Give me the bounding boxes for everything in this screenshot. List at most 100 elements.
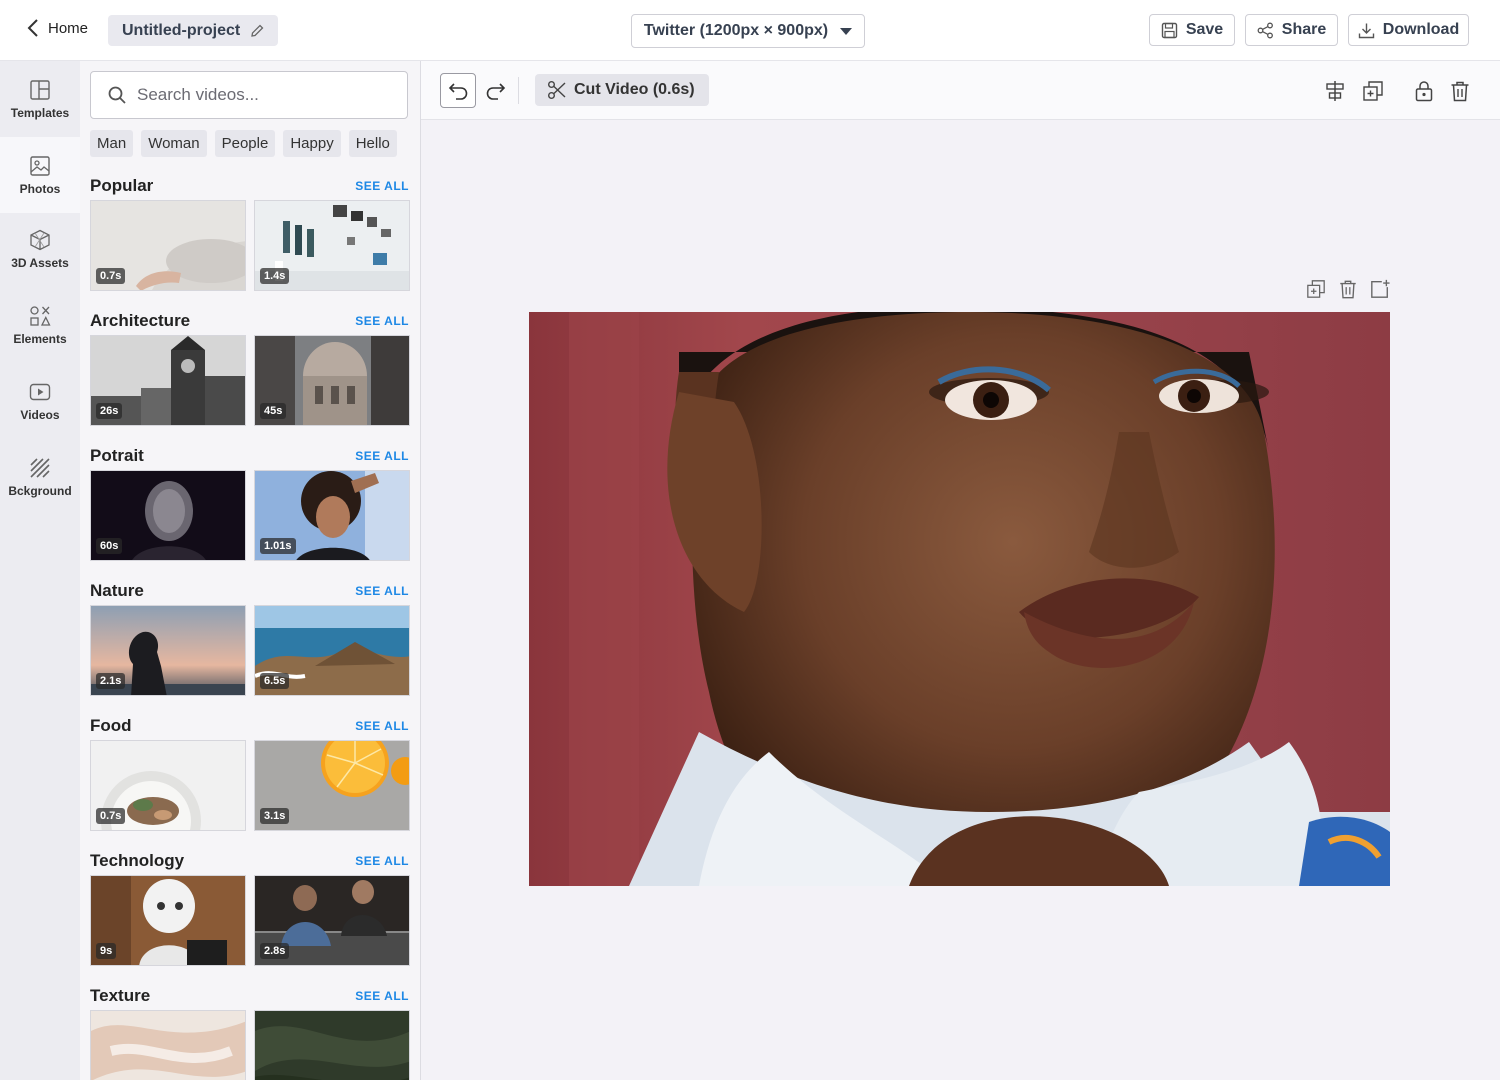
canvas-size-select[interactable]: Twitter (1200px × 900px) bbox=[631, 14, 865, 48]
element-delete-button[interactable] bbox=[1337, 278, 1359, 300]
share-icon bbox=[1257, 22, 1273, 38]
cut-video-button[interactable]: Cut Video (0.6s) bbox=[535, 74, 709, 106]
delete-button[interactable] bbox=[1446, 78, 1474, 104]
video-thumbnail[interactable]: 0.7s bbox=[90, 740, 246, 831]
tag-chip[interactable]: People bbox=[214, 130, 276, 157]
rail-item-photos[interactable]: Photos bbox=[0, 137, 80, 213]
share-label: Share bbox=[1281, 21, 1327, 38]
cube-icon bbox=[30, 229, 50, 251]
editor-workspace: Cut Video (0.6s) bbox=[420, 61, 1500, 1080]
tag-chip[interactable]: Man bbox=[90, 130, 134, 157]
video-icon bbox=[29, 383, 51, 401]
thumbnail-image bbox=[91, 1011, 245, 1080]
lock-icon bbox=[1415, 81, 1433, 102]
element-add-page-button[interactable] bbox=[1369, 278, 1391, 300]
redo-button[interactable] bbox=[478, 73, 514, 108]
undo-icon bbox=[448, 82, 468, 100]
duration-badge: 1.01s bbox=[260, 538, 296, 554]
align-button[interactable] bbox=[1321, 78, 1349, 104]
section-title: Food bbox=[90, 716, 132, 735]
video-thumbnail[interactable] bbox=[90, 1010, 246, 1080]
top-bar: Home Untitled-project Twitter (1200px × … bbox=[0, 0, 1500, 61]
duration-badge: 45s bbox=[260, 403, 287, 419]
tag-chip[interactable]: Woman bbox=[141, 130, 207, 157]
rail-item-templates[interactable]: Templates bbox=[0, 61, 80, 137]
rail-item-elements[interactable]: Elements bbox=[0, 291, 80, 367]
video-thumbnail[interactable]: 45s bbox=[254, 335, 410, 426]
duration-badge: 1.4s bbox=[260, 268, 290, 284]
search-input[interactable] bbox=[137, 85, 387, 105]
see-all-link[interactable]: SEE ALL bbox=[355, 584, 409, 598]
toolbar-divider bbox=[518, 77, 519, 104]
trash-icon bbox=[1340, 280, 1356, 299]
element-duplicate-button[interactable] bbox=[1305, 278, 1327, 300]
redo-icon bbox=[486, 82, 506, 100]
project-name: Untitled-project bbox=[122, 21, 241, 39]
duplicate-button[interactable] bbox=[1359, 78, 1387, 104]
home-link[interactable]: Home bbox=[26, 18, 88, 38]
rail-label: Elements bbox=[13, 332, 67, 346]
photo-icon bbox=[30, 156, 50, 176]
video-thumbnail[interactable]: 0.7s bbox=[90, 200, 246, 291]
video-thumbnail[interactable]: 3.1s bbox=[254, 740, 410, 831]
rail-item-videos[interactable]: Videos bbox=[0, 367, 80, 439]
rail-label: Videos bbox=[20, 408, 60, 422]
duration-badge: 0.7s bbox=[96, 808, 126, 824]
portrait-video-frame bbox=[529, 312, 1390, 886]
align-center-icon bbox=[1326, 81, 1344, 101]
video-thumbnail[interactable]: 9s bbox=[90, 875, 246, 966]
share-button[interactable]: Share bbox=[1245, 14, 1338, 46]
rail-label: Templates bbox=[10, 106, 70, 120]
section-title: Technology bbox=[90, 851, 185, 870]
left-rail: Templates Photos 3D Assets Elements Vide… bbox=[0, 61, 80, 1080]
duplicate-icon bbox=[1363, 81, 1383, 101]
video-library-panel: Man Woman People Happy Hello Popular SEE… bbox=[80, 61, 420, 1080]
tag-chip[interactable]: Hello bbox=[348, 130, 397, 157]
search-icon bbox=[108, 86, 126, 104]
chevron-left-icon bbox=[27, 19, 38, 37]
rail-item-3d-assets[interactable]: 3D Assets bbox=[0, 213, 80, 289]
see-all-link[interactable]: SEE ALL bbox=[355, 719, 409, 733]
see-all-link[interactable]: SEE ALL bbox=[355, 854, 409, 868]
templates-icon bbox=[30, 80, 50, 100]
pencil-icon bbox=[251, 24, 264, 37]
video-thumbnail[interactable]: 1.4s bbox=[254, 200, 410, 291]
editor-toolbar: Cut Video (0.6s) bbox=[421, 61, 1500, 120]
see-all-link[interactable]: SEE ALL bbox=[355, 179, 409, 193]
download-icon bbox=[1358, 23, 1374, 38]
duplicate-icon bbox=[1307, 280, 1325, 298]
video-thumbnail[interactable]: 1.01s bbox=[254, 470, 410, 561]
rail-item-background[interactable]: Bckground bbox=[0, 445, 80, 521]
search-box[interactable] bbox=[90, 71, 408, 119]
video-thumbnail[interactable]: 2.1s bbox=[90, 605, 246, 696]
download-button[interactable]: Download bbox=[1348, 14, 1469, 46]
duration-badge: 3.1s bbox=[260, 808, 290, 824]
project-name-button[interactable]: Untitled-project bbox=[108, 15, 279, 46]
duration-badge: 26s bbox=[96, 403, 123, 419]
canvas-video[interactable] bbox=[529, 312, 1390, 886]
tag-chip[interactable]: Happy bbox=[283, 130, 341, 157]
trash-icon bbox=[1451, 81, 1469, 102]
thumbnail-image bbox=[255, 1011, 409, 1080]
see-all-link[interactable]: SEE ALL bbox=[355, 314, 409, 328]
undo-button[interactable] bbox=[440, 73, 476, 108]
section-title: Texture bbox=[90, 986, 151, 1005]
video-thumbnail[interactable]: 26s bbox=[90, 335, 246, 426]
rail-label: 3D Assets bbox=[11, 256, 69, 270]
save-button[interactable]: Save bbox=[1149, 14, 1235, 46]
see-all-link[interactable]: SEE ALL bbox=[355, 989, 409, 1003]
video-thumbnail[interactable]: 60s bbox=[90, 470, 246, 561]
duration-badge: 0.7s bbox=[96, 268, 126, 284]
duration-badge: 2.8s bbox=[260, 943, 290, 959]
section-title: Architecture bbox=[90, 311, 191, 330]
section-title: Potrait bbox=[90, 446, 144, 465]
see-all-link[interactable]: SEE ALL bbox=[355, 449, 409, 463]
video-thumbnail[interactable]: 2.8s bbox=[254, 875, 410, 966]
video-thumbnail[interactable] bbox=[254, 1010, 410, 1080]
duration-badge: 9s bbox=[96, 943, 117, 959]
cut-video-label: Cut Video (0.6s) bbox=[574, 81, 695, 98]
video-thumbnail[interactable]: 6.5s bbox=[254, 605, 410, 696]
save-icon bbox=[1161, 22, 1178, 38]
lock-button[interactable] bbox=[1410, 78, 1438, 104]
chevron-down-icon bbox=[840, 27, 853, 35]
